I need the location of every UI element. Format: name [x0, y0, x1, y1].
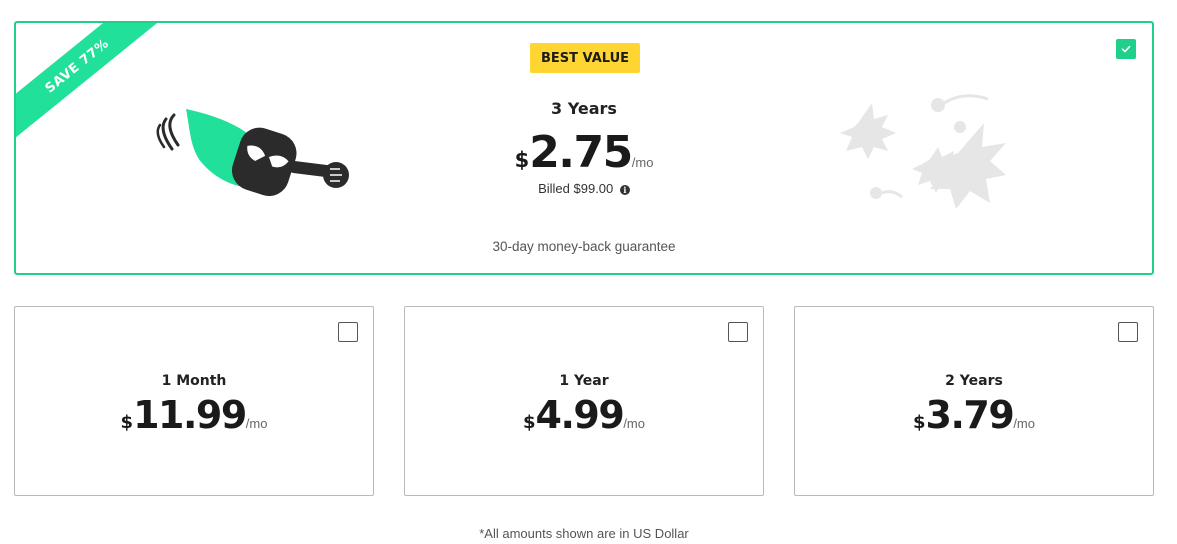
price-amount: 11.99 [133, 393, 247, 437]
money-back-guarantee: 30-day money-back guarantee [492, 239, 676, 254]
per-month-label: /mo [623, 416, 645, 431]
currency-symbol: $ [913, 412, 926, 433]
per-month-label: /mo [245, 416, 268, 431]
price-amount: 2.75 [529, 127, 633, 178]
per-month-label: /mo [1013, 416, 1035, 431]
currency-footnote: *All amounts shown are in US Dollar [479, 526, 689, 541]
price-amount: 3.79 [925, 393, 1015, 437]
price-amount: 4.99 [535, 393, 625, 437]
currency-symbol: $ [523, 412, 536, 433]
plan-checkbox-1-year[interactable] [728, 322, 748, 342]
per-month-label: /mo [631, 155, 654, 170]
info-icon[interactable]: i [619, 185, 630, 195]
price-row: $11.99/mo [15, 393, 373, 437]
plan-checkbox-1-month[interactable] [338, 322, 358, 342]
billed-text: Billed $99.00 [538, 181, 614, 196]
plan-period: 2 Years [945, 373, 1003, 389]
currency-symbol: $ [514, 148, 530, 172]
villains-illustration-icon [838, 93, 1008, 218]
best-value-badge: BEST VALUE [530, 43, 640, 73]
price-row: $3.79/mo [795, 393, 1153, 437]
plan-checkbox-2-years[interactable] [1118, 322, 1138, 342]
checkmark-icon [1121, 45, 1131, 53]
plan-card-1-month[interactable]: 1 Month $11.99/mo [14, 306, 374, 496]
featured-plan-checkbox[interactable] [1116, 39, 1136, 59]
plan-period: 1 Month [161, 373, 227, 389]
plan-card-1-year[interactable]: 1 Year $4.99/mo [404, 306, 764, 496]
featured-plan-card-3-years[interactable]: SAVE 77% BEST VALUE 3 Years $2.75/mo Bil… [14, 21, 1154, 275]
plan-card-2-years[interactable]: 2 Years $3.79/mo [794, 306, 1154, 496]
plan-period: 1 Year [559, 373, 609, 389]
price-row: $4.99/mo [405, 393, 763, 437]
currency-symbol: $ [120, 412, 134, 433]
